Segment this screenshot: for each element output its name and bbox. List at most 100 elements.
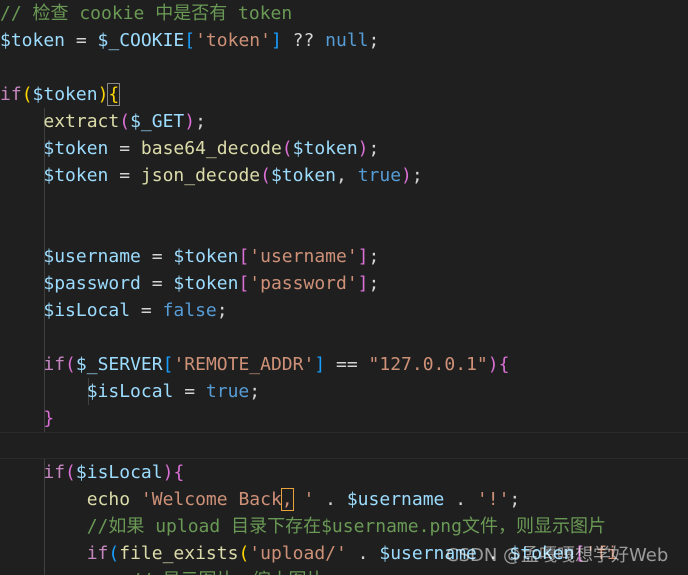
code-token: [ bbox=[162, 354, 174, 375]
code-line[interactable]: $isLocal = false; bbox=[0, 297, 227, 324]
code-token: 'username' bbox=[249, 246, 358, 267]
code-editor[interactable]: // 检查 cookie 中是否有 token $token = $_COOKIE… bbox=[0, 0, 688, 575]
code-token: null bbox=[325, 30, 369, 51]
code-token: //如果 upload 目录下存在$username.png文件，则显示图片 bbox=[86, 516, 606, 537]
code-line[interactable]: } bbox=[0, 405, 54, 432]
code-token: ) bbox=[401, 165, 412, 186]
code-token: [ bbox=[184, 30, 196, 51]
code-token: true bbox=[205, 381, 250, 402]
code-token: ( bbox=[260, 165, 271, 186]
code-token: ] bbox=[357, 273, 369, 294]
code-token: ; bbox=[368, 30, 380, 51]
code-token: $isLocal bbox=[75, 462, 163, 483]
code-token: ] bbox=[314, 354, 326, 375]
code-token: ; bbox=[509, 489, 521, 510]
code-line[interactable]: // 显示图片，缩小图片 bbox=[0, 567, 325, 575]
current-line-highlight bbox=[0, 432, 688, 459]
code-token: . bbox=[444, 489, 477, 510]
code-token: ; bbox=[249, 381, 261, 402]
code-token: ) bbox=[162, 462, 174, 483]
code-token: // 检查 cookie 中是否有 token bbox=[0, 3, 293, 24]
code-line[interactable]: extract($_GET); bbox=[0, 108, 206, 135]
code-token: [ bbox=[238, 246, 250, 267]
code-token: $_SERVER bbox=[75, 354, 163, 375]
code-token: // 显示图片，缩小图片 bbox=[130, 570, 325, 575]
code-line[interactable]: $token = $_COOKIE['token'] ?? null; bbox=[0, 27, 379, 54]
watermark: CSDN @孟嘎嘎想学好Web bbox=[446, 545, 669, 566]
code-token: ( bbox=[21, 84, 33, 105]
code-token: if bbox=[43, 354, 66, 375]
code-token: ; bbox=[368, 273, 380, 294]
code-token: file_exists bbox=[119, 543, 239, 564]
code-token: extract bbox=[43, 111, 120, 132]
code-token: ; bbox=[195, 111, 206, 132]
code-token: [ bbox=[238, 273, 250, 294]
code-token: 'password' bbox=[249, 273, 358, 294]
code-token: = bbox=[65, 30, 98, 51]
code-line[interactable]: if($isLocal){ bbox=[0, 459, 184, 486]
code-token: } bbox=[43, 408, 55, 429]
code-token: ( bbox=[281, 138, 293, 159]
code-token: true bbox=[357, 165, 402, 186]
code-token: $token bbox=[173, 246, 239, 267]
code-token: ( bbox=[65, 354, 76, 375]
code-token: $username bbox=[346, 489, 445, 510]
code-token: { bbox=[173, 462, 185, 483]
code-token: $isLocal bbox=[86, 381, 174, 402]
code-token: . bbox=[346, 543, 380, 564]
code-token: base64_decode bbox=[140, 138, 282, 159]
code-token: $username bbox=[43, 246, 141, 267]
code-token: $_COOKIE bbox=[97, 30, 185, 51]
code-token: { bbox=[107, 83, 121, 106]
code-token: $token bbox=[43, 138, 109, 159]
code-line[interactable]: $isLocal = true; bbox=[0, 378, 260, 405]
code-token: ( bbox=[119, 111, 131, 132]
code-token: $token bbox=[32, 84, 98, 105]
code-token: 'REMOTE_ADDR' bbox=[173, 354, 315, 375]
code-token: . bbox=[325, 489, 347, 510]
code-line[interactable]: $password = $token['password']; bbox=[0, 270, 379, 297]
code-token: ( bbox=[238, 543, 250, 564]
code-line[interactable]: if($token){ bbox=[0, 81, 121, 108]
code-token: $token bbox=[270, 165, 336, 186]
code-token: = bbox=[140, 246, 174, 267]
code-token: $token bbox=[43, 165, 109, 186]
code-token: $token bbox=[173, 273, 239, 294]
code-line[interactable]: echo 'Welcome Back, ' . $username . '!'; bbox=[0, 486, 520, 513]
code-token: ; bbox=[411, 165, 423, 186]
code-token: 'Welcome Back bbox=[140, 489, 282, 510]
code-token: ?? bbox=[281, 30, 326, 51]
code-token: ( bbox=[65, 462, 76, 483]
code-line[interactable]: //如果 upload 目录下存在$username.png文件，则显示图片 bbox=[0, 513, 606, 540]
code-token: $_GET bbox=[130, 111, 185, 132]
code-token: == bbox=[325, 354, 369, 375]
code-token: = bbox=[130, 300, 163, 321]
code-line[interactable]: $username = $token['username']; bbox=[0, 243, 379, 270]
code-token: "127.0.0.1" bbox=[368, 354, 488, 375]
code-line[interactable]: if($_SERVER['REMOTE_ADDR'] == "127.0.0.1… bbox=[0, 351, 509, 378]
code-token: = bbox=[108, 165, 141, 186]
code-token: { bbox=[498, 354, 510, 375]
code-token: , bbox=[280, 488, 294, 511]
code-token: = bbox=[140, 273, 174, 294]
code-line[interactable]: $token = json_decode($token, true); bbox=[0, 162, 423, 189]
code-line[interactable]: // 检查 cookie 中是否有 token bbox=[0, 0, 292, 27]
code-token: $token bbox=[292, 138, 358, 159]
code-token: if bbox=[86, 543, 109, 564]
code-token: ) bbox=[97, 84, 109, 105]
code-token: ( bbox=[108, 543, 120, 564]
code-line[interactable]: $token = base64_decode($token); bbox=[0, 135, 379, 162]
